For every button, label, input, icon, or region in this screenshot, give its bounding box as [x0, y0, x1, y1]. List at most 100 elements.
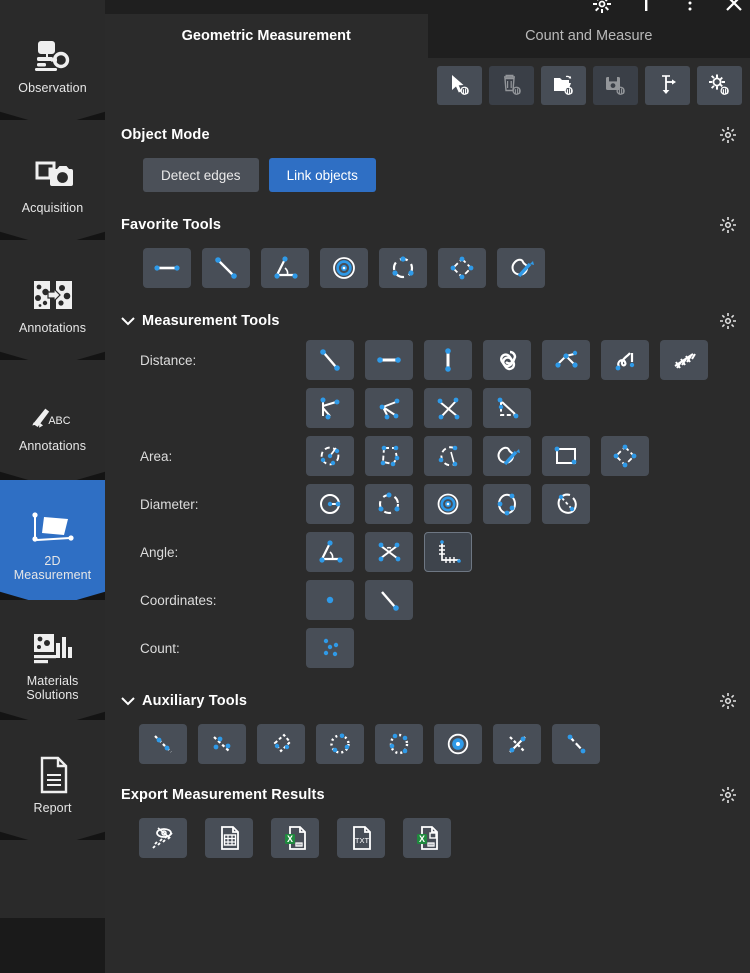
aux-cross-lines-button[interactable] [493, 724, 541, 764]
section-header-auxiliary-tools[interactable]: Auxiliary Tools [121, 686, 750, 716]
hide-results-button[interactable] [139, 818, 187, 858]
aux-rect-guide-icon [265, 730, 297, 758]
chevron-down-icon[interactable] [121, 696, 135, 706]
section-header-favorite-tools: Favorite Tools [121, 210, 750, 240]
area-closed-curve-button[interactable] [306, 436, 354, 476]
gear-icon[interactable] [720, 693, 736, 709]
gear-icon[interactable] [720, 127, 736, 143]
row-label: Distance: [121, 353, 306, 368]
favorite-concentric-circle-button[interactable] [320, 248, 368, 288]
favorite-rotated-rectangle-button[interactable] [438, 248, 486, 288]
distance-horizontal-button[interactable] [365, 340, 413, 380]
gear-icon[interactable] [720, 217, 736, 233]
perpendicular-distance-icon [491, 394, 523, 422]
aux-dotted-ellipse-button[interactable] [375, 724, 423, 764]
chevron-down-icon[interactable] [121, 316, 135, 326]
open-tool-button[interactable] [541, 66, 586, 105]
diameter-freehand-circle-button[interactable] [542, 484, 590, 524]
aux-parallel-line-button[interactable] [198, 724, 246, 764]
aux-concentric-guide-button[interactable] [434, 724, 482, 764]
area-arc-button[interactable] [424, 436, 472, 476]
camera-icon [30, 153, 76, 197]
sidebar-item-label: 2D Measurement [11, 554, 95, 582]
area-rectangle-button[interactable] [542, 436, 590, 476]
two-point-line-icon [210, 254, 242, 282]
distance-polyline-button[interactable] [542, 340, 590, 380]
distance-line-to-line-button[interactable] [424, 388, 472, 428]
delete-tool-button[interactable] [489, 66, 534, 105]
export-excel-icon: X [279, 824, 311, 852]
favorite-horizontal-distance-button[interactable] [143, 248, 191, 288]
angle-axis-button[interactable] [424, 532, 472, 572]
point-coordinate-icon [314, 586, 346, 614]
count-point-button[interactable] [306, 628, 354, 668]
sidebar-item-label: Acquisition [19, 201, 87, 215]
more-vertical-icon[interactable] [680, 0, 700, 14]
save-tool-button[interactable] [593, 66, 638, 105]
angle-three-point-icon [269, 254, 301, 282]
distance-curve-length-button[interactable] [601, 340, 649, 380]
section-title: Auxiliary Tools [142, 693, 247, 709]
window-titlebar [105, 0, 750, 14]
aux-dotted-circle-button[interactable] [316, 724, 364, 764]
favorite-arc-button[interactable] [379, 248, 427, 288]
export-excel-sheet-button[interactable]: X [403, 818, 451, 858]
measurement-toolbar [105, 58, 750, 112]
favorite-freehand-area-button[interactable] [497, 248, 545, 288]
svg-text:X: X [419, 834, 425, 844]
sidebar-item-acquisition[interactable]: Acquisition [0, 120, 105, 247]
favorite-two-point-line-button[interactable] [202, 248, 250, 288]
favorite-angle-button[interactable] [261, 248, 309, 288]
angle-three-point-button[interactable] [306, 532, 354, 572]
distance-multi-parallel-button[interactable] [660, 340, 708, 380]
concentric-circle-icon [432, 490, 464, 518]
close-icon[interactable] [724, 0, 744, 14]
aux-rect-guide-button[interactable] [257, 724, 305, 764]
area-rotated-rect-button[interactable] [601, 436, 649, 476]
sidebar-item-report[interactable]: Report [0, 720, 105, 847]
coordinates-point-button[interactable] [306, 580, 354, 620]
sidebar-item-2d-measurement[interactable]: 2D Measurement [0, 480, 105, 607]
distance-point-to-point-button[interactable] [306, 340, 354, 380]
gear-icon[interactable] [592, 0, 612, 14]
export-excel-button[interactable]: X [271, 818, 319, 858]
svg-text:ABC: ABC [48, 414, 70, 426]
aux-midpoint-line-button[interactable] [552, 724, 600, 764]
sidebar-item-annotations[interactable]: ABC Annotations [0, 360, 105, 487]
sidebar-item-processing[interactable]: Annotations [0, 240, 105, 367]
export-txt-button[interactable]: TXT [337, 818, 385, 858]
diameter-concentric-button[interactable] [424, 484, 472, 524]
diameter-three-point-circle-button[interactable] [365, 484, 413, 524]
distance-point-to-segment-button[interactable] [365, 388, 413, 428]
tab-geometric-measurement[interactable]: Geometric Measurement [105, 14, 428, 58]
tab-count-and-measure[interactable]: Count and Measure [428, 14, 750, 58]
gear-icon[interactable] [720, 313, 736, 329]
distance-settings-tool-button[interactable] [645, 66, 690, 105]
diameter-ellipse-button[interactable] [483, 484, 531, 524]
left-navigation-sidebar: Observation Acquisition [0, 0, 105, 973]
angle-four-point-button[interactable] [365, 532, 413, 572]
area-freehand-button[interactable] [483, 436, 531, 476]
distance-perpendicular-button[interactable] [483, 388, 531, 428]
detect-edges-button[interactable]: Detect edges [143, 158, 259, 192]
export-txt-icon: TXT [345, 824, 377, 852]
sidebar-item-materials-solutions[interactable]: Materials Solutions [0, 600, 105, 727]
measurement-row-distance-2 [121, 384, 750, 432]
settings-tool-button[interactable] [697, 66, 742, 105]
select-cursor-tool-button[interactable] [437, 66, 482, 105]
pin-icon[interactable] [636, 0, 656, 14]
pencil-abc-icon: ABC [30, 395, 76, 439]
link-objects-button[interactable]: Link objects [269, 158, 376, 192]
distance-chain-button[interactable] [483, 340, 531, 380]
export-table-button[interactable] [205, 818, 253, 858]
row-label: Angle: [121, 545, 306, 560]
aux-dashed-line-button[interactable] [139, 724, 187, 764]
area-polygon-button[interactable] [365, 436, 413, 476]
distance-point-to-line-button[interactable] [306, 388, 354, 428]
sidebar-item-observation[interactable]: Observation [0, 0, 105, 127]
section-header-measurement-tools[interactable]: Measurement Tools [121, 306, 750, 336]
gear-icon[interactable] [720, 787, 736, 803]
coordinates-line-button[interactable] [365, 580, 413, 620]
diameter-circle-button[interactable] [306, 484, 354, 524]
distance-vertical-button[interactable] [424, 340, 472, 380]
